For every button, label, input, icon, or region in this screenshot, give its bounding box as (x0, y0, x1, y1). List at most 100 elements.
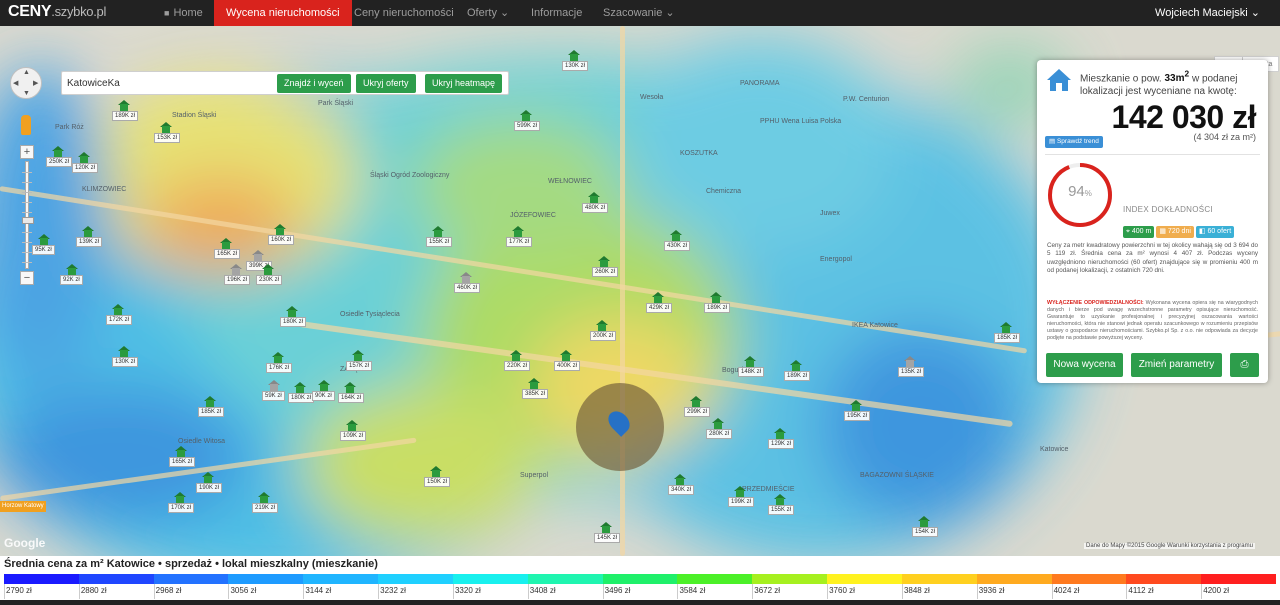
offer-marker-icon[interactable] (220, 238, 232, 249)
offer-marker-icon[interactable] (258, 492, 270, 503)
offer-marker-icon[interactable] (78, 152, 90, 163)
offer-price-label[interactable]: 92K zł (60, 275, 83, 285)
offer-price-label[interactable]: 400K zł (554, 361, 581, 371)
offer-marker-icon[interactable] (175, 446, 187, 457)
zoom-slider-thumb[interactable] (22, 217, 34, 224)
offer-marker-icon[interactable] (918, 516, 930, 527)
pan-right-icon[interactable]: ▶ (33, 79, 38, 87)
offer-price-label[interactable]: 170K zł (168, 503, 195, 513)
offer-price-label[interactable]: 196K zł (224, 275, 251, 285)
offer-price-label[interactable]: 157K zł (346, 361, 373, 371)
offer-marker-icon[interactable] (346, 420, 358, 431)
offer-marker-icon[interactable] (904, 356, 916, 367)
offer-marker-icon[interactable] (734, 486, 746, 497)
offer-price-label[interactable]: 180K zł (288, 393, 315, 403)
offer-price-label[interactable]: 230K zł (256, 275, 283, 285)
pan-control[interactable]: ▲ ▼ ◀ ▶ (10, 67, 42, 99)
offer-price-label[interactable]: 176K zł (266, 363, 293, 373)
offer-marker-icon[interactable] (286, 306, 298, 317)
offer-price-label[interactable]: 120K zł (72, 163, 99, 173)
offer-price-label[interactable]: 177K zł (506, 237, 533, 247)
find-and-value-button[interactable]: Znajdź i wyceń (277, 74, 351, 93)
offer-marker-icon[interactable] (588, 192, 600, 203)
offer-marker-icon[interactable] (690, 396, 702, 407)
offer-marker-icon[interactable] (774, 494, 786, 505)
offer-price-label[interactable]: 139K zł (76, 237, 103, 247)
offer-marker-icon[interactable] (568, 50, 580, 61)
offer-marker-icon[interactable] (652, 292, 664, 303)
offer-marker-icon[interactable] (560, 350, 572, 361)
offer-price-label[interactable]: 385K zł (522, 389, 549, 399)
offer-price-label[interactable]: 260K zł (592, 267, 619, 277)
offer-marker-icon[interactable] (274, 224, 286, 235)
offer-price-label[interactable]: 59K zł (262, 391, 285, 401)
offer-price-label[interactable]: 165K zł (169, 457, 196, 467)
offer-price-label[interactable]: 150K zł (424, 477, 451, 487)
offer-price-label[interactable]: 155K zł (426, 237, 453, 247)
offer-marker-icon[interactable] (598, 256, 610, 267)
nav-oferty[interactable]: Oferty ⌄ (455, 0, 521, 26)
offer-marker-icon[interactable] (272, 352, 284, 363)
offer-marker-icon[interactable] (52, 146, 64, 157)
offer-marker-icon[interactable] (674, 474, 686, 485)
offer-marker-icon[interactable] (112, 304, 124, 315)
offer-marker-icon[interactable] (460, 272, 472, 283)
search-input[interactable] (67, 75, 267, 91)
offer-marker-icon[interactable] (352, 350, 364, 361)
offer-marker-icon[interactable] (204, 396, 216, 407)
offer-marker-icon[interactable] (318, 380, 330, 391)
offer-marker-icon[interactable] (174, 492, 186, 503)
offer-price-label[interactable]: 199K zł (728, 497, 755, 507)
offer-marker-icon[interactable] (230, 264, 242, 275)
offer-marker-icon[interactable] (268, 380, 280, 391)
offer-price-label[interactable]: 148K zł (738, 367, 765, 377)
offer-marker-icon[interactable] (528, 378, 540, 389)
offer-price-label[interactable]: 164K zł (338, 393, 365, 403)
offer-marker-icon[interactable] (344, 382, 356, 393)
offer-price-label[interactable]: 189K zł (112, 111, 139, 121)
nav-ceny[interactable]: Ceny nieruchomości (342, 0, 466, 26)
offer-price-label[interactable]: 130K zł (562, 61, 589, 71)
zoom-slider[interactable] (22, 161, 34, 269)
change-parameters-button[interactable]: Zmień parametry (1131, 353, 1222, 377)
offer-price-label[interactable]: 200K zł (590, 331, 617, 341)
nav-wycena[interactable]: Wycena nieruchomości (214, 0, 352, 26)
offer-marker-icon[interactable] (670, 230, 682, 241)
offer-price-label[interactable]: 430K zł (664, 241, 691, 251)
pan-left-icon[interactable]: ◀ (13, 79, 18, 87)
offer-marker-icon[interactable] (118, 346, 130, 357)
offer-price-label[interactable]: 190K zł (196, 483, 223, 493)
pan-up-icon[interactable]: ▲ (23, 69, 30, 76)
offer-marker-icon[interactable] (432, 226, 444, 237)
offer-price-label[interactable]: 153K zł (154, 133, 181, 143)
zoom-out-button[interactable]: − (20, 271, 34, 285)
offer-price-label[interactable]: 480K zł (582, 203, 609, 213)
offer-price-label[interactable]: 130K zł (112, 357, 139, 367)
offer-price-label[interactable]: 219K zł (252, 503, 279, 513)
offer-price-label[interactable]: 135K zł (898, 367, 925, 377)
user-menu[interactable]: Wojciech Maciejski ⌄ (1155, 0, 1260, 26)
offer-marker-icon[interactable] (790, 360, 802, 371)
offer-price-label[interactable]: 220K zł (504, 361, 531, 371)
offer-price-label[interactable]: 599K zł (514, 121, 541, 131)
nav-informacje[interactable]: Informacje (519, 0, 594, 26)
offer-marker-icon[interactable] (38, 234, 50, 245)
offer-price-label[interactable]: 172K zł (106, 315, 133, 325)
offer-price-label[interactable]: 195K zł (844, 411, 871, 421)
new-valuation-button[interactable]: Nowa wycena (1046, 353, 1123, 377)
offer-marker-icon[interactable] (774, 428, 786, 439)
offer-marker-icon[interactable] (160, 122, 172, 133)
offer-price-label[interactable]: 109K zł (340, 431, 367, 441)
offer-marker-icon[interactable] (850, 400, 862, 411)
zoom-in-button[interactable]: + (20, 145, 34, 159)
offer-price-label[interactable]: 460K zł (454, 283, 481, 293)
offer-marker-icon[interactable] (252, 250, 264, 261)
hide-offers-button[interactable]: Ukryj oferty (356, 74, 416, 93)
offer-price-label[interactable]: 145K zł (594, 533, 621, 543)
offer-price-label[interactable]: 154K zł (912, 527, 939, 537)
offer-price-label[interactable]: 95K zł (32, 245, 55, 255)
offer-price-label[interactable]: 189K zł (784, 371, 811, 381)
offer-price-label[interactable]: 90K zł (312, 391, 335, 401)
offer-price-label[interactable]: 160K zł (268, 235, 295, 245)
offer-price-label[interactable]: 429K zł (646, 303, 673, 313)
